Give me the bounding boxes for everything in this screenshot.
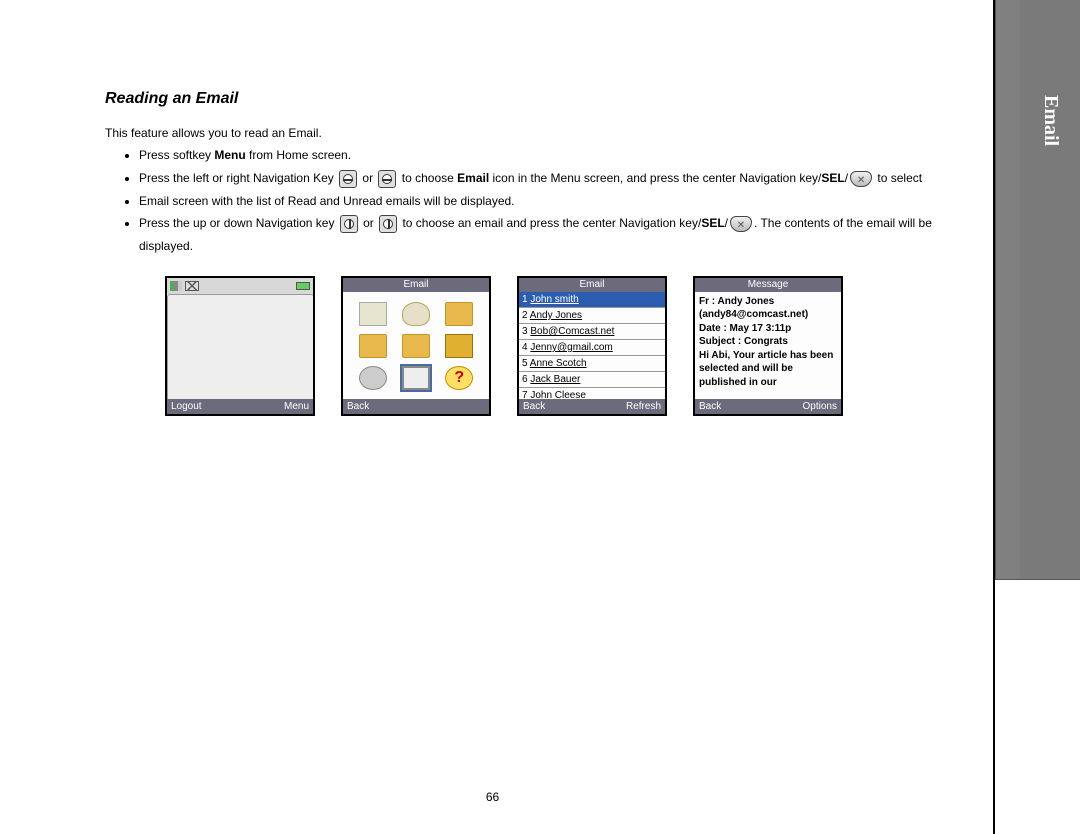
softkey-bar: Back Refresh [519,399,665,414]
phone-screenshots-row: < Profile Name > Comcast. Oct 14 , Sat 1… [165,276,945,416]
email-row: 2 Andy Jones [519,308,665,324]
sel-key-icon [730,216,752,232]
email-row: 3 Bob@Comcast.net [519,324,665,340]
menu-grid: ? [343,292,489,399]
steps-list: Press softkey Menu from Home screen. Pre… [105,144,945,258]
email-row: 5 Anne Scotch [519,356,665,372]
menu-email-icon [402,366,430,390]
softkey-bar: Logout Menu [167,399,313,414]
menu-icon [359,302,387,326]
page-number: 66 [0,790,985,804]
menu-icon [445,334,473,358]
message-from-email: (andy84@comcast.net) [699,308,837,322]
screen-title: Email [519,278,665,292]
screen-title: Email [343,278,489,292]
section-title: Reading an Email [105,90,945,108]
sel-key-icon [850,171,872,187]
email-row: 4 Jenny@gmail.com [519,340,665,356]
message-body: Fr : Andy Jones (andy84@comcast.net) Dat… [695,292,841,399]
nav-left-right-icon [339,170,357,188]
step-2: Press the left or right Navigation Key o… [139,167,945,190]
menu-icon [402,334,430,358]
nav-up-down-icon [379,215,397,233]
intro-text: This feature allows you to read an Email… [105,126,945,140]
menu-icon [359,366,387,390]
screen-title: Message [695,278,841,292]
email-row: 1 John smith [519,292,665,308]
phone-message-screen: Message Fr : Andy Jones (andy84@comcast.… [693,276,843,416]
phone-home-screen: < Profile Name > Comcast. Oct 14 , Sat 1… [165,276,315,416]
softkey-right: Refresh [626,399,661,414]
battery-icon [296,282,310,290]
side-tab: Email [995,0,1080,580]
message-text: Hi Abi, Your article has been selected a… [699,349,837,390]
softkey-bar: Back [343,399,489,414]
softkey-bar: Back Options [695,399,841,414]
message-subject: Subject : Congrats [699,335,837,349]
nav-up-down-icon [340,215,358,233]
softkey-left: Back [699,399,721,414]
softkey-right: Options [803,399,837,414]
softkey-left: Back [347,399,369,414]
step-3: Email screen with the list of Read and U… [139,190,945,213]
signal-icon [170,281,182,291]
status-bar [167,278,313,294]
phone-menu-screen: Email ? Back [341,276,491,416]
menu-icon [359,334,387,358]
email-row: 6 Jack Bauer [519,372,665,388]
message-date: Date : May 17 3:11p [699,322,837,336]
menu-icon [445,302,473,326]
softkey-left: Back [523,399,545,414]
page-content: Reading an Email This feature allows you… [0,0,985,834]
email-row: 7 John Cleese [519,388,665,399]
softkey-right: Menu [284,399,309,414]
envelope-icon [185,281,199,291]
menu-icon [402,302,430,326]
home-icon [167,294,313,399]
step-4: Press the up or down Navigation key or t… [139,212,945,258]
side-tab-label: Email [1039,95,1062,146]
home-icon-row [167,294,313,322]
menu-help-icon: ? [445,366,473,390]
email-list: 1 John smith 2 Andy Jones 3 Bob@Comcast.… [519,292,665,399]
step-1: Press softkey Menu from Home screen. [139,144,945,167]
softkey-left: Logout [171,399,202,414]
message-from: Fr : Andy Jones [699,295,837,309]
nav-left-right-icon [378,170,396,188]
phone-email-list-screen: Email 1 John smith 2 Andy Jones 3 Bob@Co… [517,276,667,416]
